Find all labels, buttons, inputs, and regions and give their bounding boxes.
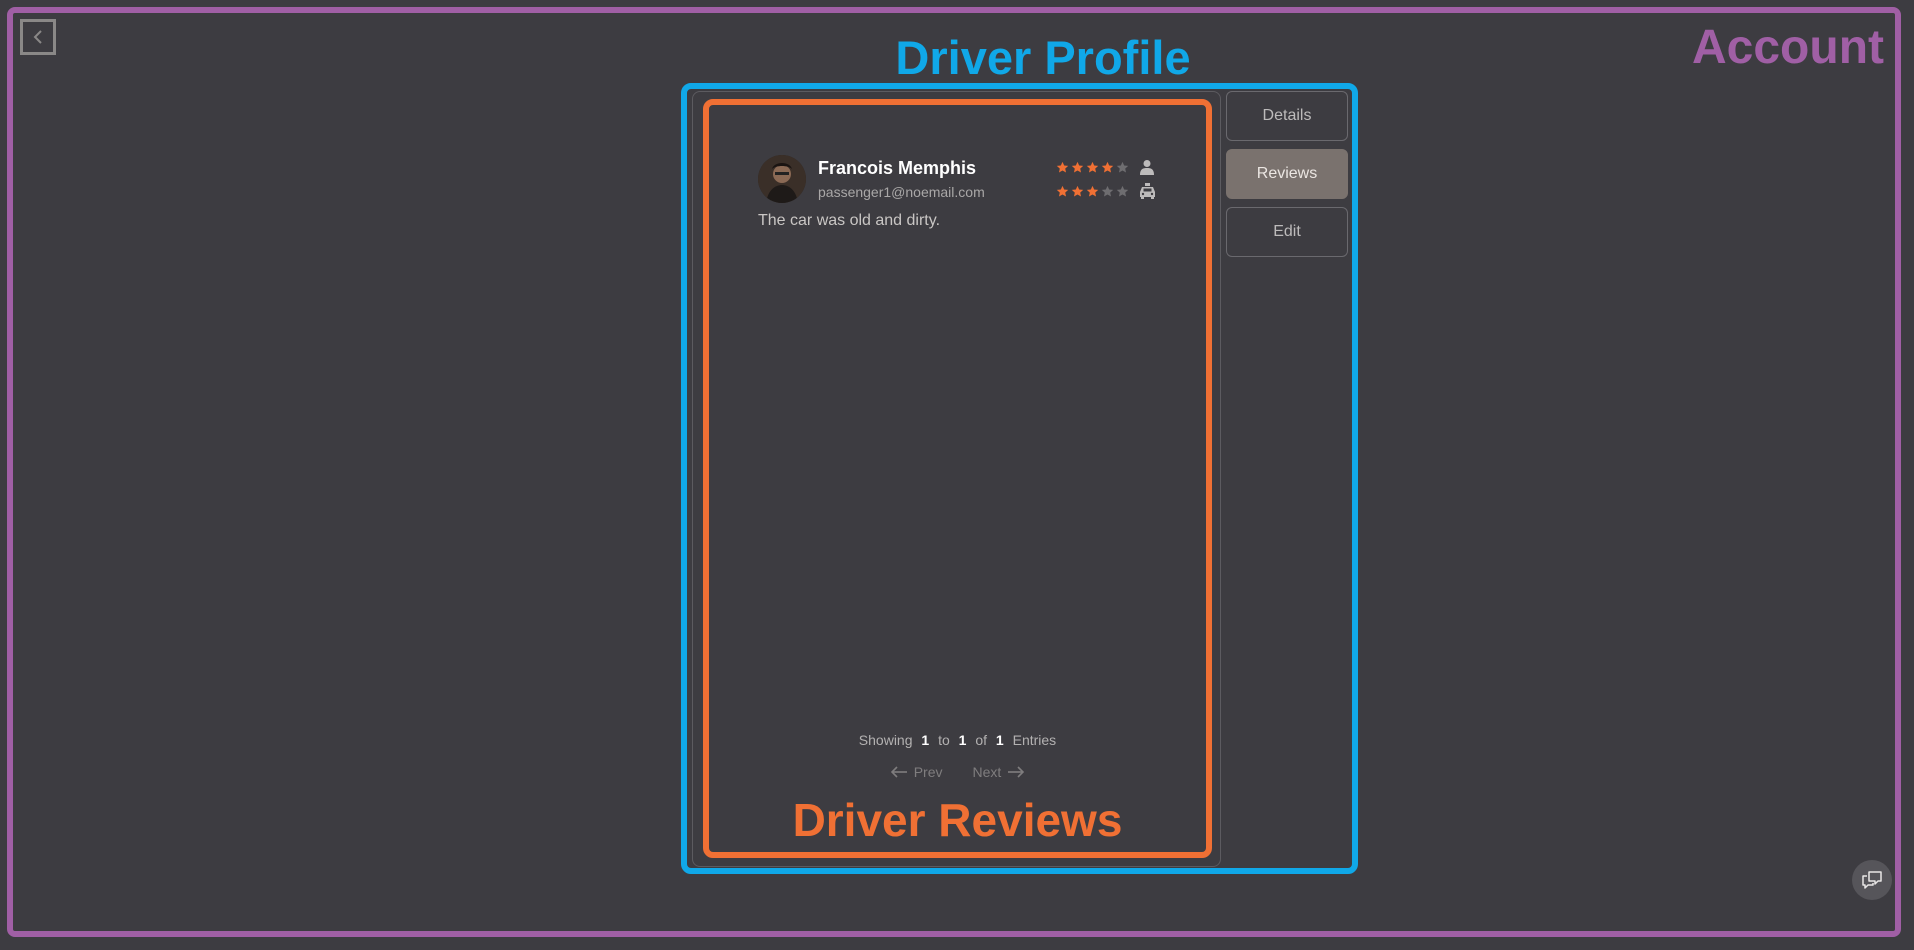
star-filled-icon bbox=[1071, 185, 1084, 197]
chevron-left-icon bbox=[33, 30, 42, 44]
pager-to-label: to bbox=[938, 732, 950, 748]
pager-from: 1 bbox=[921, 732, 930, 748]
star-filled-icon bbox=[1086, 185, 1099, 197]
chat-icon bbox=[1862, 871, 1882, 889]
star-filled-icon bbox=[1056, 161, 1069, 173]
reviewer-email: passenger1@noemail.com bbox=[818, 184, 985, 200]
tab-reviews[interactable]: Reviews bbox=[1226, 149, 1348, 199]
prev-button[interactable]: Prev bbox=[890, 764, 943, 780]
star-filled-icon bbox=[1056, 185, 1069, 197]
star-filled-icon bbox=[1086, 161, 1099, 173]
reviewer-name: Francois Memphis bbox=[818, 158, 977, 178]
arrow-left-icon bbox=[890, 766, 907, 778]
tab-edit[interactable]: Edit bbox=[1226, 207, 1348, 257]
pager-nav: Prev Next bbox=[703, 764, 1212, 780]
taxi-icon bbox=[1140, 183, 1155, 199]
pager-entries-label: Entries bbox=[1012, 732, 1057, 748]
review-text: The car was old and dirty. bbox=[758, 212, 941, 229]
passenger-rating bbox=[1056, 159, 1155, 175]
next-button[interactable]: Next bbox=[973, 764, 1026, 780]
profile-tabs: Details Reviews Edit bbox=[1226, 91, 1348, 265]
star-filled-icon bbox=[1071, 161, 1084, 173]
driver-reviews-label: Driver Reviews bbox=[792, 794, 1123, 846]
user-icon bbox=[1140, 160, 1154, 175]
passenger-rating-stars bbox=[1056, 161, 1131, 174]
pager-total: 1 bbox=[995, 732, 1004, 748]
prev-label: Prev bbox=[913, 764, 943, 780]
pager-of-label: of bbox=[975, 732, 988, 748]
star-empty-icon bbox=[1116, 185, 1129, 197]
arrow-right-icon bbox=[1008, 766, 1025, 778]
driver-rating-stars bbox=[1056, 185, 1131, 198]
star-filled-icon bbox=[1101, 161, 1114, 173]
star-empty-icon bbox=[1116, 161, 1129, 173]
back-button[interactable] bbox=[20, 19, 56, 55]
driver-rating bbox=[1056, 183, 1156, 199]
account-label: Account bbox=[1692, 21, 1884, 74]
chat-button[interactable] bbox=[1852, 860, 1892, 900]
tab-details[interactable]: Details bbox=[1226, 91, 1348, 141]
star-empty-icon bbox=[1101, 185, 1114, 197]
pager-to: 1 bbox=[958, 732, 967, 748]
avatar bbox=[758, 155, 806, 203]
pager-showing-label: Showing bbox=[858, 732, 913, 748]
pager-summary: Showing 1 to 1 of 1 Entries bbox=[703, 732, 1212, 748]
next-label: Next bbox=[972, 764, 1002, 780]
